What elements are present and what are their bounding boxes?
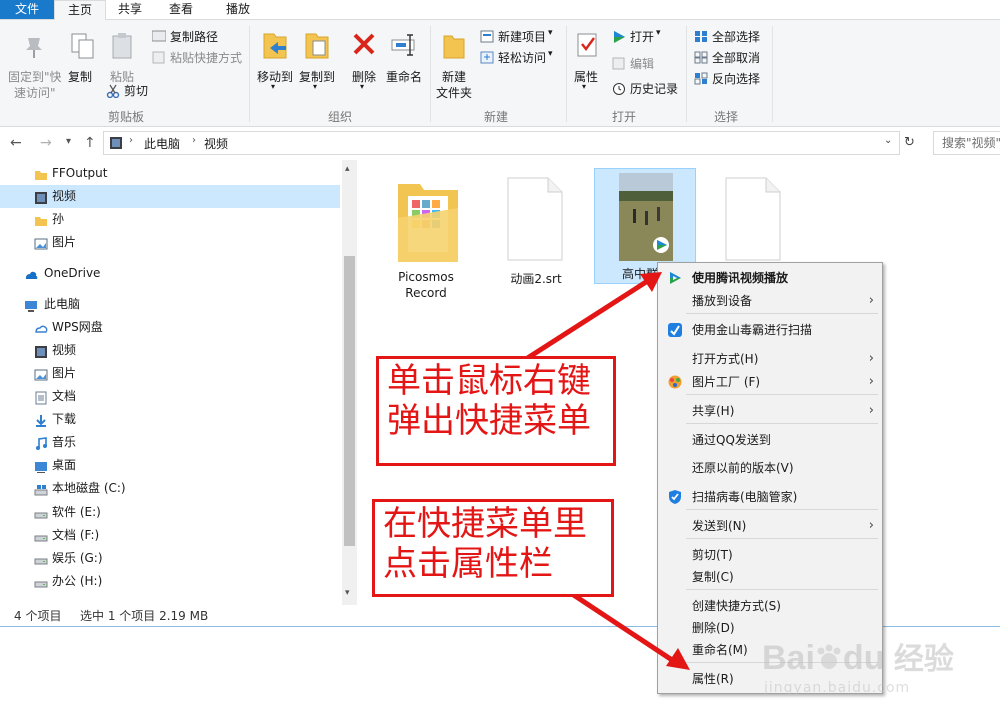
paw-logo-icon [817,644,841,669]
watermark-brand-2: du [842,639,885,677]
annotation-line: 在快捷菜单里 [383,504,587,544]
annotation-line: 弹出快捷菜单 [387,401,591,441]
watermark-url: jingyan.baidu.com [764,680,911,696]
annotation-box-right-click: 单击鼠标右键 弹出快捷菜单 [376,356,616,466]
annotation-box-properties: 在快捷菜单里 点击属性栏 [372,499,614,597]
watermark-cn: 经验 [893,643,954,676]
watermark-brand: Bai [762,639,815,677]
baidu-watermark: Bai du 经验 jingyan.baidu.com [758,628,998,718]
annotation-line: 点击属性栏 [383,544,553,584]
annotation-line: 单击鼠标右键 [387,361,591,401]
